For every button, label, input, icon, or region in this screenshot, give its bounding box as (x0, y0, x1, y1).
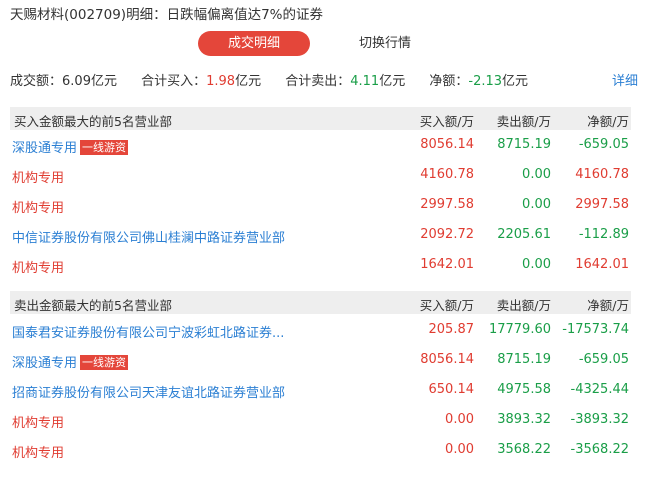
buy-amount: 8056.14 (420, 352, 474, 367)
buy-section-title: 买入金额最大的前5名营业部 (14, 114, 172, 129)
col-sell-header: 卖出额/万 (496, 114, 551, 129)
net-label: 净额： (429, 74, 469, 89)
table-row: 招商证券股份有限公司天津友谊北路证券营业部 650.14 4975.58 -4325.… (10, 376, 631, 406)
table-row: 机构专用 2997.58 0.00 2997.58 (10, 191, 631, 221)
buy-amount: 8056.14 (420, 137, 474, 152)
broker-name: 中信证券股份有限公司佛山桂澜中路证券营业部 (12, 231, 286, 246)
table-row: 深股通专用 一线游资 8056.14 8715.19 -659.05 (10, 346, 631, 376)
broker-name: 机构专用 (12, 446, 65, 461)
table-row: 深股通专用 一线游资 8056.14 8715.19 -659.05 (10, 131, 631, 161)
tab-bar: 成交明细 切换行情 (0, 31, 648, 57)
total-buy-label: 合计买入： (141, 74, 207, 89)
net-amount: 1642.01 (575, 257, 629, 272)
sell-amount: 2205.61 (497, 227, 551, 242)
buy-amount: 2092.72 (420, 227, 474, 242)
buy-amount: 2997.58 (420, 197, 474, 212)
broker-name: 机构专用 (12, 201, 65, 216)
table-row: 国泰君安证券股份有限公司宁波彩虹北路证券... 205.87 17779.60 -17… (10, 316, 631, 346)
net-amount: -3568.22 (570, 442, 629, 457)
col-net-header: 净额/万 (587, 298, 629, 313)
buy-amount: 4160.78 (420, 167, 474, 182)
net-amount: -659.05 (578, 137, 629, 152)
col-net-header: 净额/万 (587, 114, 629, 129)
tab-trade-detail[interactable]: 成交明细 (198, 31, 310, 56)
broker-name-link[interactable]: 国泰君安证券股份有限公司宁波彩虹北路证券... (12, 322, 284, 341)
sell-amount: 8715.19 (497, 137, 551, 152)
broker-name-link[interactable]: 机构专用 (12, 167, 64, 186)
total-sell-unit: 亿元 (379, 74, 406, 89)
sell-section-title: 卖出金额最大的前5名营业部 (14, 298, 172, 313)
broker-name: 深股通专用 (12, 356, 78, 371)
hot-money-badge: 一线游资 (80, 140, 129, 155)
buy-amount: 0.00 (445, 442, 474, 457)
broker-name: 机构专用 (12, 171, 65, 186)
total-sell-label: 合计卖出： (285, 74, 351, 89)
broker-name-link[interactable]: 机构专用 (12, 197, 64, 216)
tab-switch-quote[interactable]: 切换行情 (340, 31, 430, 56)
broker-name-link[interactable]: 机构专用 (12, 442, 64, 461)
net-amount: -17573.74 (562, 322, 629, 337)
table-row: 机构专用 0.00 3893.32 -3893.32 (10, 406, 631, 436)
table-row: 机构专用 1642.01 0.00 1642.01 (10, 251, 631, 281)
sell-amount: 4975.58 (497, 382, 551, 397)
sell-amount: 3568.22 (497, 442, 551, 457)
net-amount: -4325.44 (570, 382, 629, 397)
sell-amount: 0.00 (522, 197, 551, 212)
table-row: 机构专用 0.00 3568.22 -3568.22 (10, 436, 631, 466)
broker-name-link[interactable]: 深股通专用 一线游资 (12, 137, 129, 156)
broker-name-link[interactable]: 深股通专用 一线游资 (12, 352, 129, 371)
broker-name: 招商证券股份有限公司天津友谊北路证券营业部 (12, 386, 286, 401)
net-amount: 4160.78 (575, 167, 629, 182)
net-amount: -659.05 (578, 352, 629, 367)
broker-name-link[interactable]: 招商证券股份有限公司天津友谊北路证券营业部 (12, 382, 285, 401)
broker-name-link[interactable]: 中信证券股份有限公司佛山桂澜中路证券营业部 (12, 227, 285, 246)
sell-amount: 0.00 (522, 257, 551, 272)
broker-name: 深股通专用 (12, 141, 78, 156)
net-amount: 2997.58 (575, 197, 629, 212)
page-title: 天赐材料(002709)明细：日跌幅偏离值达7%的证券 (10, 7, 323, 23)
net-amount: -3893.32 (570, 412, 629, 427)
total-sell-value: 4.11 (350, 74, 380, 89)
buy-amount: 650.14 (428, 382, 475, 397)
col-buy-header: 买入额/万 (419, 114, 474, 129)
table-row: 中信证券股份有限公司佛山桂澜中路证券营业部 2092.72 2205.61 -112.… (10, 221, 631, 251)
net-unit: 亿元 (502, 74, 529, 89)
broker-name: 机构专用 (12, 261, 65, 276)
col-sell-header: 卖出额/万 (496, 298, 551, 313)
buy-amount: 205.87 (428, 322, 475, 337)
sell-amount: 17779.60 (488, 322, 551, 337)
col-buy-header: 买入额/万 (419, 298, 474, 313)
detail-link[interactable]: 详细 (612, 70, 638, 89)
hot-money-badge: 一线游资 (80, 355, 129, 370)
sell-amount: 8715.19 (497, 352, 551, 367)
buy-section-header: 买入金额最大的前5名营业部 买入额/万 卖出额/万 净额/万 (10, 107, 631, 130)
turnover-value: 6.09亿元 (62, 74, 117, 89)
total-buy-value: 1.98 (206, 74, 236, 89)
net-amount: -112.89 (578, 227, 629, 242)
total-buy-unit: 亿元 (235, 74, 262, 89)
broker-name: 机构专用 (12, 416, 65, 431)
sell-section-header: 卖出金额最大的前5名营业部 买入额/万 卖出额/万 净额/万 (10, 291, 631, 314)
broker-name-link[interactable]: 机构专用 (12, 412, 64, 431)
summary-bar: 成交额：6.09亿元 合计买入：1.98亿元 合计卖出：4.11亿元 净额：-2… (10, 70, 638, 90)
net-value: -2.13 (468, 74, 503, 89)
sell-amount: 3893.32 (497, 412, 551, 427)
table-row: 机构专用 4160.78 0.00 4160.78 (10, 161, 631, 191)
buy-amount: 1642.01 (420, 257, 474, 272)
sell-amount: 0.00 (522, 167, 551, 182)
turnover-label: 成交额： (10, 74, 63, 89)
broker-name: 国泰君安证券股份有限公司宁波彩虹北路证券... (12, 326, 285, 341)
broker-name-link[interactable]: 机构专用 (12, 257, 64, 276)
buy-amount: 0.00 (445, 412, 474, 427)
